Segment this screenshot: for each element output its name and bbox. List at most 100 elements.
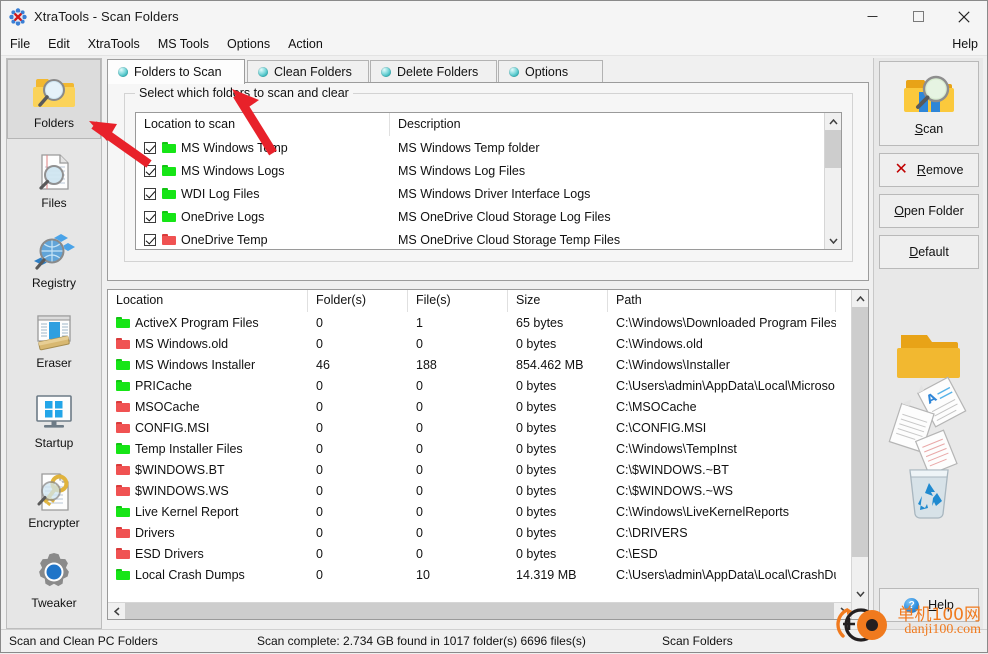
tab-bullet-icon [118,67,128,77]
scan-list-row[interactable]: WDI Log Files MS Windows Driver Interfac… [136,182,841,205]
status-section: Scan Folders [662,634,733,648]
column-header-files[interactable]: File(s) [408,290,508,312]
scan-list-row[interactable]: MS Windows Logs MS Windows Log Files [136,159,841,182]
gear-icon [30,549,78,595]
scan-list-row[interactable]: OneDrive Logs MS OneDrive Cloud Storage … [136,205,841,228]
status-result: Scan complete: 2.734 GB found in 1017 fo… [257,634,586,648]
column-header-description[interactable]: Description [390,113,461,136]
tab-options[interactable]: Options [498,60,603,83]
scrollbar-thumb[interactable] [852,307,868,557]
scan-list-row[interactable]: OneDrive Temp MS OneDrive Cloud Storage … [136,228,841,249]
cell-files: 1 [416,315,423,330]
remove-button[interactable]: ✕ Remove [879,153,979,187]
column-header-size[interactable]: Size [508,290,608,312]
menu-item-edit[interactable]: Edit [39,34,79,54]
table-row[interactable]: Live Kernel Report 0 0 0 bytes C:\Windows\Li… [108,501,868,522]
scroll-up-icon[interactable] [852,290,868,307]
scan-row-name: WDI Log Files [181,186,260,201]
sidebar-item-folders[interactable]: Folders [7,59,101,139]
folder-icon-green [116,569,130,580]
tab-delete-folders[interactable]: Delete Folders [370,60,497,83]
column-header-location-to-scan[interactable]: Location to scan [136,113,390,136]
column-header-path[interactable]: Path [608,290,836,312]
cell-folders: 0 [316,483,323,498]
scrollbar-thumb[interactable] [825,130,841,168]
scan-folder-list[interactable]: Location to scan Description MS Windows … [135,112,842,250]
results-horizontal-scrollbar[interactable] [108,602,851,619]
scan-list-row[interactable]: MS Windows Temp MS Windows Temp folder [136,136,841,159]
sidebar-item-startup[interactable]: Startup [7,379,101,459]
folder-icon-red [116,401,130,412]
sidebar-item-label: Encrypter [28,515,80,530]
table-row[interactable]: $WINDOWS.WS 0 0 0 bytes C:\$WINDOWS.~WS [108,480,868,501]
table-row[interactable]: $WINDOWS.BT 0 0 0 bytes C:\$WINDOWS.~BT [108,459,868,480]
row-checkbox[interactable] [144,233,156,246]
table-row[interactable]: Drivers 0 0 0 bytes C:\DRIVERS [108,522,868,543]
scroll-down-icon[interactable] [852,585,868,602]
close-icon[interactable] [941,1,987,32]
menu-item-help[interactable]: Help [943,34,987,54]
menu-item-file[interactable]: File [1,34,39,54]
results-vertical-scrollbar[interactable] [851,290,868,619]
cell-folders: 0 [316,399,323,414]
sidebar-item-label: Tweaker [31,595,77,610]
maximize-icon[interactable] [895,1,941,32]
row-checkbox[interactable] [144,164,156,177]
table-row[interactable]: ESD Drivers 0 0 0 bytes C:\ESD [108,543,868,564]
sidebar-item-label: Registry [31,275,76,290]
location-label: CONFIG.MSI [135,420,210,435]
red-x-icon: ✕ [894,161,908,178]
cell-location: Local Crash Dumps [108,568,308,582]
help-button[interactable]: ? Help [879,588,979,622]
sidebar-item-label: Eraser [36,355,72,370]
menu-item-mstools[interactable]: MS Tools [149,34,218,54]
scan-row-name: MS Windows Logs [181,163,285,178]
menu-item-xtratools[interactable]: XtraTools [79,34,149,54]
scan-list-vertical-scrollbar[interactable] [824,113,841,249]
scroll-right-icon[interactable] [834,603,851,619]
cell-size: 0 bytes [516,546,557,561]
sidebar-item-tweaker[interactable]: Tweaker [7,539,101,619]
scroll-left-icon[interactable] [108,603,125,619]
table-row[interactable]: MS Windows Installer 46 188 854.462 MB C:\Wi… [108,354,868,375]
minimize-icon[interactable] [849,1,895,32]
scan-row-name: MS Windows Temp [181,140,288,155]
tab-panel-folders-to-scan: Select which folders to scan and clear L… [107,82,869,281]
cell-path: C:\Windows\TempInst [616,441,737,456]
encrypter-key-icon [30,469,78,515]
table-row[interactable]: Temp Installer Files 0 0 0 bytes C:\Windows\… [108,438,868,459]
cell-location: $WINDOWS.BT [108,463,308,477]
sidebar-item-eraser[interactable]: Eraser [7,299,101,379]
results-table-header: Location Folder(s) File(s) Size Path [108,290,868,312]
location-label: MS Windows Installer [135,357,256,372]
row-checkbox[interactable] [144,141,156,154]
tab-folders-to-scan[interactable]: Folders to Scan [107,59,245,84]
scrollbar-thumb[interactable] [125,603,834,619]
results-table[interactable]: Location Folder(s) File(s) Size Path Act… [107,289,869,620]
menu-item-options[interactable]: Options [218,34,279,54]
menu-item-action[interactable]: Action [279,34,332,54]
table-row[interactable]: Local Crash Dumps 0 10 14.319 MB C:\Users\ad… [108,564,868,585]
tab-clean-folders[interactable]: Clean Folders [247,60,369,83]
table-row[interactable]: CONFIG.MSI 0 0 0 bytes C:\CONFIG.MSI [108,417,868,438]
table-row[interactable]: MS Windows.old 0 0 0 bytes C:\Windows.old [108,333,868,354]
cell-location: MSOCache [108,400,308,414]
row-checkbox[interactable] [144,187,156,200]
sidebar-item-registry[interactable]: Registry [7,219,101,299]
sidebar-item-encrypter[interactable]: Encrypter [7,459,101,539]
scroll-down-icon[interactable] [825,232,841,249]
table-row[interactable]: ActiveX Program Files 0 1 65 bytes C:\Window… [108,312,868,333]
table-row[interactable]: PRICache 0 0 0 bytes C:\Users\admin\AppData\… [108,375,868,396]
default-button[interactable]: Default [879,235,979,269]
sidebar-item-files[interactable]: Files [7,139,101,219]
remove-button-label: Remove [916,163,964,177]
row-checkbox[interactable] [144,210,156,223]
table-row[interactable]: MSOCache 0 0 0 bytes C:\MSOCache [108,396,868,417]
column-header-location[interactable]: Location [108,290,308,312]
action-panel: Scan ✕ Remove Open Folder Default A ? He… [873,58,983,629]
scroll-up-icon[interactable] [825,113,841,130]
cell-size: 0 bytes [516,336,557,351]
column-header-folders[interactable]: Folder(s) [308,290,408,312]
scan-button[interactable]: Scan [879,61,979,146]
open-folder-button[interactable]: Open Folder [879,194,979,228]
